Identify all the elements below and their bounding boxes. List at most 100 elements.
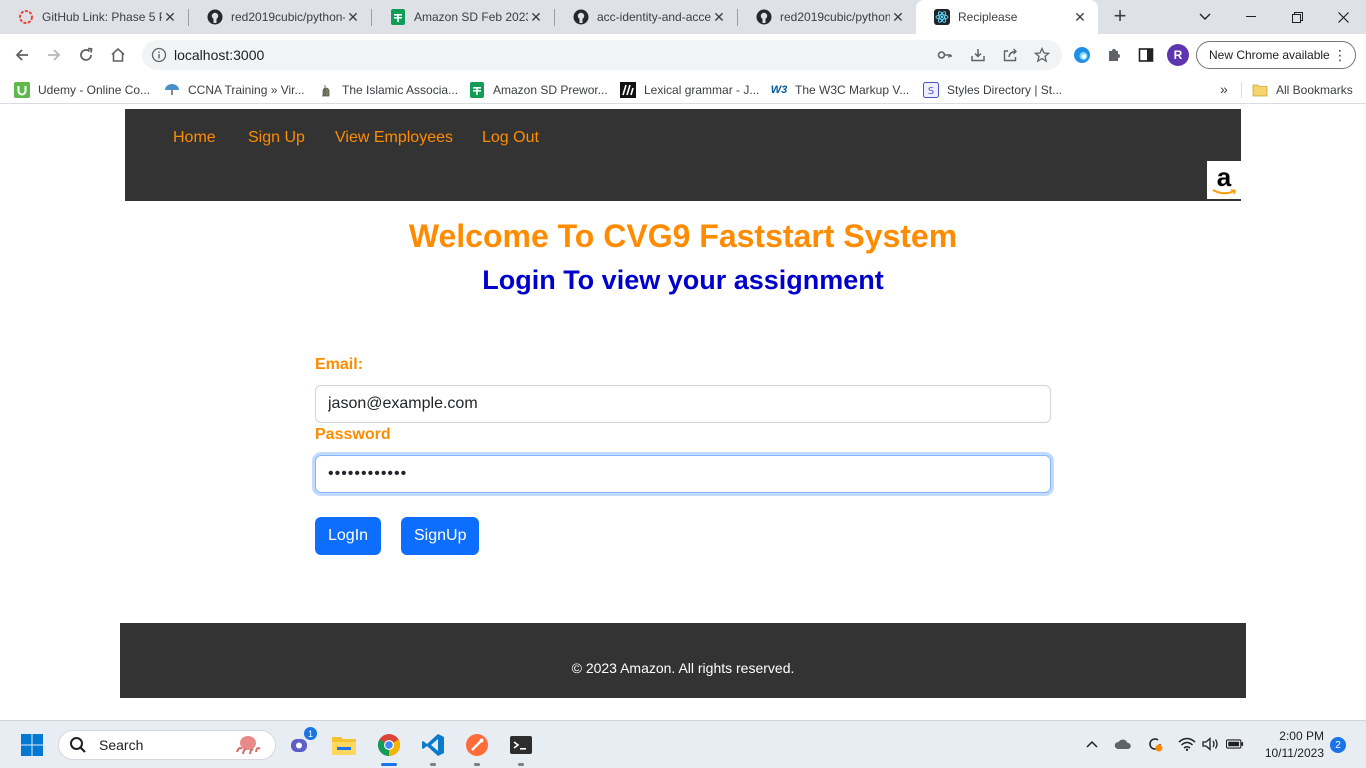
all-bookmarks-label: All Bookmarks — [1276, 83, 1353, 97]
github-icon — [207, 9, 223, 25]
system-clock[interactable]: 2:00 PM 10/11/2023 — [1250, 728, 1324, 762]
octopus-highlight-icon — [236, 736, 261, 755]
battery-icon[interactable] — [1226, 735, 1244, 753]
bookmark-ccna[interactable]: CCNA Training » Vir... — [164, 81, 305, 99]
amazon-logo: a — [1207, 161, 1241, 199]
github-icon — [573, 9, 589, 25]
nav-logout-link[interactable]: Log Out — [482, 129, 539, 147]
file-explorer-icon[interactable] — [330, 731, 358, 759]
close-icon[interactable]: ✕ — [162, 9, 178, 25]
nav-home-link[interactable]: Home — [173, 129, 216, 147]
google-sheets-icon — [390, 9, 406, 25]
bookmark-label: Styles Directory | St... — [947, 83, 1063, 97]
tab-acc-identity[interactable]: acc-identity-and-acce ✕ — [555, 0, 737, 34]
bookmark-label: Udemy - Online Co... — [38, 83, 151, 97]
close-icon[interactable]: ✕ — [1072, 9, 1088, 25]
wifi-icon[interactable] — [1178, 735, 1196, 753]
clock-time: 2:00 PM — [1279, 729, 1324, 743]
email-field[interactable] — [315, 385, 1051, 423]
windows-taskbar: Search 1 2:00 PM 10/11/2023 2 — [0, 720, 1366, 768]
close-window-icon[interactable] — [1320, 0, 1366, 34]
tab-title: GitHub Link: Phase 5 P — [42, 10, 162, 24]
close-icon[interactable]: ✕ — [528, 9, 544, 25]
postman-icon[interactable] — [463, 731, 491, 759]
install-app-icon[interactable] — [970, 47, 986, 63]
terminal-icon[interactable] — [507, 731, 535, 759]
side-panel-icon[interactable] — [1134, 43, 1158, 67]
signup-button[interactable]: SignUp — [401, 517, 480, 555]
minimize-icon[interactable] — [1228, 0, 1274, 34]
bookmark-label: The W3C Markup V... — [795, 83, 910, 97]
chat-badge: 1 — [304, 727, 317, 740]
bookmark-star-icon[interactable] — [1034, 47, 1050, 63]
mosque-icon — [318, 82, 334, 98]
bookmark-islamic-association[interactable]: The Islamic Associa... — [318, 81, 458, 99]
share-icon[interactable] — [1002, 47, 1018, 63]
bookmark-label: The Islamic Associa... — [342, 83, 459, 97]
onedrive-cloud-icon[interactable] — [1114, 735, 1132, 753]
bookmark-amazon-sd-prework[interactable]: Amazon SD Prewor... — [469, 81, 608, 99]
folder-icon — [1252, 82, 1268, 98]
volume-icon[interactable] — [1202, 735, 1220, 753]
address-bar[interactable]: localhost:3000 — [142, 40, 1062, 70]
notification-badge[interactable]: 2 — [1330, 737, 1346, 753]
tab-reciplease[interactable]: Reciplease ✕ — [916, 0, 1098, 34]
bookmark-udemy[interactable]: Udemy - Online Co... — [14, 81, 150, 99]
extensions-puzzle-icon[interactable] — [1102, 43, 1126, 67]
back-arrow-icon[interactable] — [10, 43, 34, 67]
bookmark-styles-directory[interactable]: S Styles Directory | St... — [923, 81, 1062, 99]
top-navbar: Home Sign Up View Employees Log Out — [125, 109, 1241, 201]
nav-signup-link[interactable]: Sign Up — [248, 129, 305, 147]
kebab-menu-icon[interactable]: ⋮ — [1333, 47, 1347, 64]
page-content: Home Sign Up View Employees Log Out a We… — [0, 105, 1366, 720]
update-chrome-label: New Chrome available — [1209, 48, 1330, 62]
bookmark-w3c-markup[interactable]: W3 The W3C Markup V... — [771, 81, 910, 99]
restore-icon[interactable] — [1274, 0, 1320, 34]
tab-github-link[interactable]: GitHub Link: Phase 5 P ✕ — [0, 0, 188, 34]
browser-tab-strip: GitHub Link: Phase 5 P ✕ red2019cubic/py… — [0, 0, 1366, 34]
tab-title: Reciplease — [958, 10, 1018, 24]
amazon-logo-letter: a — [1216, 161, 1232, 192]
bookmarks-overflow-chevron[interactable]: » — [1220, 81, 1228, 97]
udemy-icon — [14, 82, 30, 98]
login-button[interactable]: LogIn — [315, 517, 382, 555]
new-tab-button[interactable]: + — [1108, 5, 1132, 29]
page-footer: © 2023 Amazon. All rights reserved. — [120, 623, 1246, 698]
sync-update-icon[interactable] — [1146, 735, 1164, 753]
show-hidden-icons-chevron-icon[interactable] — [1083, 735, 1101, 753]
svg-text:S: S — [928, 86, 934, 97]
tab-python-repo-1[interactable]: red2019cubic/python- ✕ — [189, 0, 371, 34]
close-icon[interactable]: ✕ — [890, 9, 906, 25]
forward-arrow-icon[interactable] — [42, 43, 66, 67]
bookmark-label: CCNA Training » Vir... — [188, 83, 305, 97]
home-icon[interactable] — [106, 43, 130, 67]
nav-view-employees-link[interactable]: View Employees — [335, 129, 453, 147]
windows-start-icon[interactable] — [18, 731, 46, 759]
edge-extension-icon[interactable] — [1070, 43, 1094, 67]
tab-search-chevron-icon[interactable] — [1182, 0, 1228, 34]
bookmark-lexical-grammar[interactable]: Lexical grammar - J... — [620, 81, 759, 99]
reload-icon[interactable] — [74, 43, 98, 67]
tab-title: Amazon SD Feb 2023: — [414, 10, 528, 24]
tab-title: red2019cubic/python- — [231, 10, 345, 24]
close-icon[interactable]: ✕ — [345, 9, 361, 25]
react-icon — [934, 9, 950, 25]
update-chrome-button[interactable]: New Chrome available ⋮ — [1196, 41, 1356, 69]
github-icon — [756, 9, 772, 25]
vscode-icon[interactable] — [419, 731, 447, 759]
all-bookmarks-folder[interactable]: All Bookmarks — [1252, 81, 1353, 99]
key-icon[interactable] — [937, 47, 953, 63]
profile-avatar[interactable]: R — [1167, 44, 1189, 66]
taskbar-search-box[interactable]: Search — [58, 730, 276, 760]
mdn-icon — [620, 82, 636, 98]
site-info-icon[interactable] — [151, 47, 167, 63]
google-sheets-icon — [469, 82, 485, 98]
tab-title: red2019cubic/python- — [780, 10, 890, 24]
tab-amazon-sd-sheet[interactable]: Amazon SD Feb 2023: ✕ — [372, 0, 554, 34]
password-field[interactable] — [315, 455, 1051, 493]
close-icon[interactable]: ✕ — [711, 9, 727, 25]
tab-python-repo-2[interactable]: red2019cubic/python- ✕ — [738, 0, 916, 34]
address-url[interactable]: localhost:3000 — [174, 47, 264, 63]
chrome-icon[interactable] — [375, 731, 403, 759]
teams-chat-icon[interactable]: 1 — [286, 727, 317, 759]
